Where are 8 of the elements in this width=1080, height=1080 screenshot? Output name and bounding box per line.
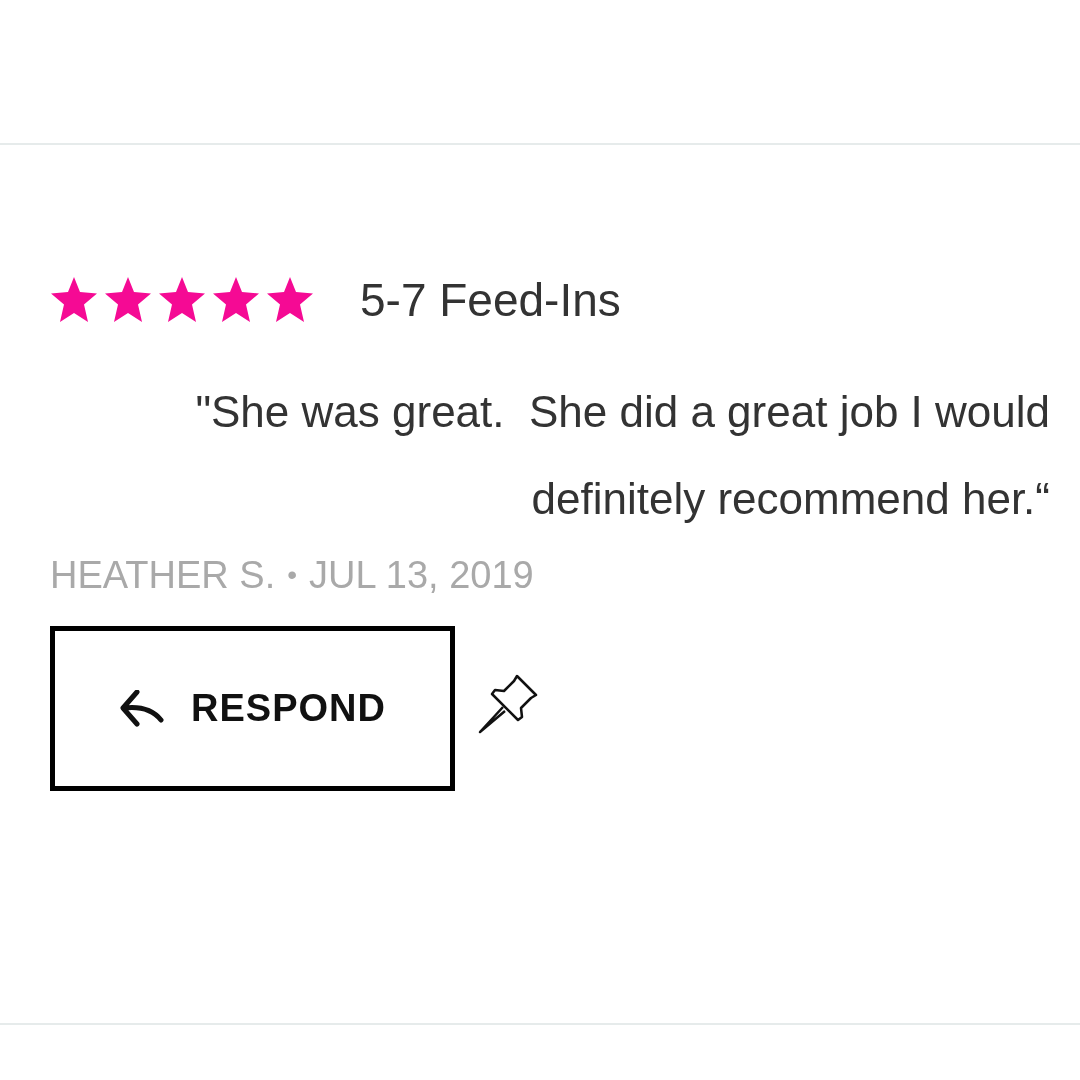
separator-dot: •: [287, 558, 298, 592]
review-title: 5-7 Feed-Ins: [360, 272, 621, 328]
reply-icon: [119, 689, 166, 728]
review-quote: "She was great. She did a great job I would definitely recommend her.“: [194, 386, 1050, 525]
pin-icon[interactable]: [477, 672, 539, 735]
reviewer-name: HEATHER S.: [50, 552, 276, 598]
respond-button[interactable]: RESPOND: [50, 626, 455, 791]
review-date: JUL 13, 2019: [309, 552, 534, 598]
